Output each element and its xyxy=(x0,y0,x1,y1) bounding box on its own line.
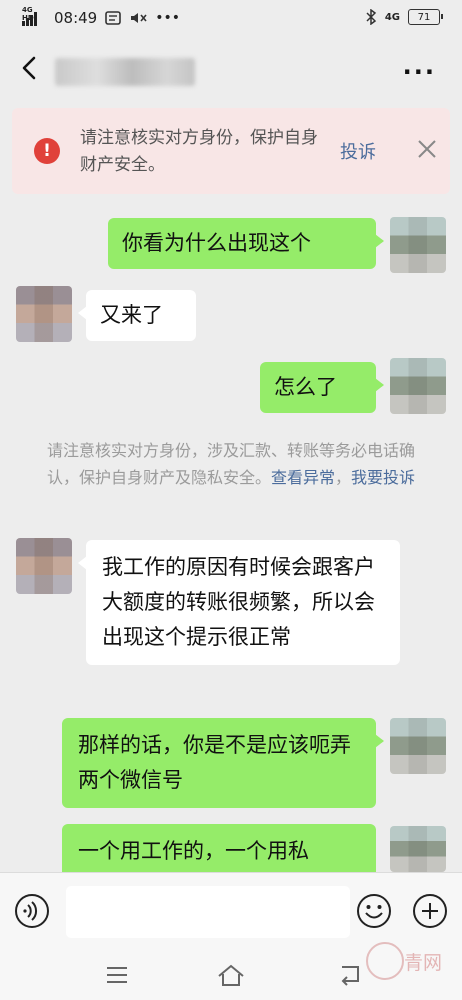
avatar-self[interactable] xyxy=(390,826,446,872)
message-input[interactable] xyxy=(66,886,350,938)
message-bubble-self[interactable]: 那样的话，你是不是应该呃弄两个微信号 xyxy=(62,718,384,808)
message-bubble-self[interactable]: 你看为什么出现这个 xyxy=(108,218,384,269)
avatar-other[interactable] xyxy=(16,286,72,342)
battery-level: 71 xyxy=(417,11,431,23)
home-icon[interactable] xyxy=(216,962,246,988)
watermark-logo: 青网 xyxy=(366,940,456,980)
message-bubble-self[interactable]: 怎么了 xyxy=(260,362,384,413)
more-options-icon[interactable]: ··· xyxy=(403,58,436,86)
security-warning-banner: ! 请注意核实对方身份，保护自身财产安全。 投诉 xyxy=(12,108,450,194)
avatar-other[interactable] xyxy=(16,538,72,594)
voice-icon[interactable] xyxy=(14,893,50,929)
status-right: 4G 71 xyxy=(365,9,443,25)
right-network-label: 4G xyxy=(384,11,400,23)
avatar-self[interactable] xyxy=(390,718,446,774)
emoji-icon[interactable] xyxy=(356,893,392,929)
menu-icon[interactable] xyxy=(104,964,130,986)
system-notice: 请注意核实对方身份，涉及汇款、转账等务必电话确认，保护自身财产及隐私安全。查看异… xyxy=(40,437,422,491)
banner-text: 请注意核实对方身份，保护自身财产安全。 xyxy=(80,128,318,175)
clock: 08:49 xyxy=(54,9,98,27)
message-bubble-other[interactable]: 又来了 xyxy=(78,290,196,341)
mute-icon xyxy=(131,13,147,23)
close-icon[interactable] xyxy=(414,136,440,162)
avatar-self[interactable] xyxy=(390,217,446,273)
more-status-icon: ••• xyxy=(155,10,181,26)
plus-icon[interactable] xyxy=(412,893,448,929)
avatar-self[interactable] xyxy=(390,358,446,414)
signal-icon: 4G HD xyxy=(22,6,46,26)
watermark-logo-icon xyxy=(366,942,404,980)
chat-header: ··· xyxy=(0,38,462,100)
notification-icon xyxy=(105,11,122,25)
view-anomaly-link[interactable]: 查看异常 xyxy=(271,468,335,487)
watermark-text: 青网 xyxy=(404,952,443,974)
report-link[interactable]: 投诉 xyxy=(340,138,376,164)
warning-icon: ! xyxy=(34,138,60,164)
report-complaint-link[interactable]: 我要投诉 xyxy=(351,468,415,487)
nav-back-icon[interactable] xyxy=(338,963,364,987)
status-left: 4G HD 08:49 ••• xyxy=(22,6,181,27)
status-bar: 4G HD 08:49 ••• 4G 71 xyxy=(0,0,462,38)
contact-name-blurred xyxy=(55,58,195,86)
system-notice-separator: ， xyxy=(335,468,352,487)
bluetooth-icon xyxy=(366,9,376,25)
back-arrow-icon[interactable] xyxy=(14,52,46,84)
battery-icon: 71 xyxy=(408,9,443,25)
message-bubble-other[interactable]: 我工作的原因有时候会跟客户大额度的转账很频繁，所以会出现这个提示很正常 xyxy=(78,540,400,665)
